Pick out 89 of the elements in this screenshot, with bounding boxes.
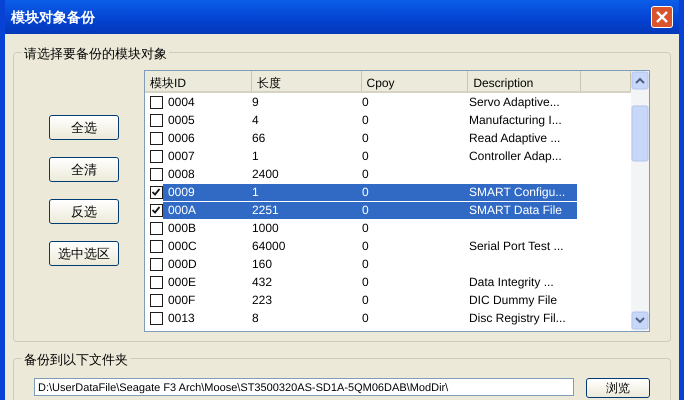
action-button[interactable]: 选中选区	[49, 241, 119, 266]
checkbox[interactable]	[150, 132, 163, 144]
table-cell: 0	[362, 221, 369, 235]
window-title: 模块对象备份	[11, 8, 95, 26]
action-button[interactable]: 全选	[49, 115, 119, 140]
table-cell: 4	[252, 113, 259, 127]
browse-button[interactable]: 浏览	[586, 378, 650, 398]
checkbox[interactable]	[150, 150, 163, 162]
checkbox[interactable]	[150, 240, 163, 252]
table-cell: 160	[252, 257, 272, 271]
checkbox[interactable]	[150, 96, 163, 108]
table-cell: Read Adaptive ...	[469, 131, 560, 145]
table-cell: Servo Adaptive...	[469, 95, 560, 109]
action-button[interactable]: 全清	[49, 157, 119, 182]
column-header[interactable]: Description	[468, 71, 582, 91]
table-cell: Disc Registry Fil...	[469, 311, 566, 325]
table-cell: 0	[362, 113, 369, 127]
list-row[interactable]: 0004 9 0 Servo Adaptive...	[163, 94, 577, 110]
list-row[interactable]: 0013 8 0 Disc Registry Fil...	[163, 310, 577, 326]
scrollbar-drawing[interactable]	[631, 71, 649, 331]
table-cell: 0	[362, 203, 369, 217]
table-cell: 000D	[168, 257, 197, 271]
table-cell: 0	[362, 275, 369, 289]
table-cell: Serial Port Test ...	[469, 239, 564, 253]
table-cell: 0007	[168, 149, 195, 163]
table-cell: 2251	[252, 203, 279, 217]
list-row[interactable]: 0009 1 0 SMART Configu...	[163, 184, 577, 200]
close-icon	[656, 11, 668, 23]
table-cell: 0	[362, 311, 369, 325]
close-button[interactable]	[651, 6, 673, 28]
table-cell: Manufacturing I...	[469, 113, 562, 127]
list-row[interactable]: 000B 1000 0	[163, 220, 577, 236]
table-cell: 64000	[252, 239, 286, 253]
table-cell: DIC Dummy File	[469, 293, 558, 307]
table-cell: Controller Adap...	[469, 149, 562, 163]
checkbox[interactable]	[150, 204, 163, 216]
checkbox[interactable]	[150, 312, 163, 324]
list-row[interactable]: 0008 2400 0	[163, 166, 577, 182]
table-cell: 0004	[168, 95, 195, 109]
checkbox[interactable]	[150, 114, 163, 126]
table-cell: 0	[362, 257, 369, 271]
column-header[interactable]: Cpoy	[362, 71, 468, 91]
table-cell: 0008	[168, 167, 195, 181]
table-cell: 0	[362, 185, 369, 199]
table-cell: SMART Data File	[469, 203, 562, 217]
table-cell: Data Integrity ...	[469, 275, 554, 289]
action-button[interactable]: 反选	[49, 199, 119, 224]
table-cell: 0009	[168, 185, 195, 199]
table-cell: 0	[362, 95, 369, 109]
table-cell: 000F	[168, 293, 196, 307]
table-cell: 2400	[252, 167, 279, 181]
checkbox[interactable]	[150, 222, 163, 234]
list-row[interactable]: 000C 64000 0 Serial Port Test ...	[163, 238, 577, 254]
table-cell: 000A	[168, 203, 196, 217]
table-cell: SMART Configu...	[469, 185, 566, 199]
list-row[interactable]: 0005 4 0 Manufacturing I...	[163, 112, 577, 128]
checkbox[interactable]	[150, 294, 163, 306]
table-cell: 0013	[168, 311, 195, 325]
checkbox[interactable]	[150, 168, 163, 180]
table-cell: 66	[252, 131, 266, 145]
table-cell: 1000	[252, 221, 279, 235]
table-cell: 8	[252, 311, 259, 325]
table-cell: 000B	[168, 221, 196, 235]
table-cell: 0	[362, 131, 369, 145]
table-cell: 0	[362, 293, 369, 307]
table-cell: 1	[252, 149, 259, 163]
checkbox[interactable]	[150, 276, 163, 288]
table-cell: 0006	[168, 131, 195, 145]
folder-path-field[interactable]: D:\UserDataFile\Seagate F3 Arch\Moose\ST3500320AS-SD1A-5QM06DAB\ModDir\	[34, 378, 574, 396]
column-header[interactable]: 模块ID	[145, 71, 252, 91]
table-cell: 000C	[168, 239, 197, 253]
list-row[interactable]: 0006 66 0 Read Adaptive ...	[163, 130, 577, 146]
list-row[interactable]: 000D 160 0	[163, 256, 577, 272]
checkbox[interactable]	[150, 258, 163, 270]
checkbox[interactable]	[150, 186, 163, 198]
column-header[interactable]: 长度	[252, 71, 362, 91]
table-cell: 223	[252, 293, 272, 307]
table-cell: 9	[252, 95, 259, 109]
table-cell: 0	[362, 167, 369, 181]
table-cell: 0	[362, 149, 369, 163]
list-row[interactable]: 000F 223 0 DIC Dummy File	[163, 292, 577, 308]
table-cell: 000E	[168, 275, 196, 289]
table-cell: 0	[362, 239, 369, 253]
list-row[interactable]: 0007 1 0 Controller Adap...	[163, 148, 577, 164]
list-row[interactable]: 000E 432 0 Data Integrity ...	[163, 274, 577, 290]
list-row[interactable]: 000A 2251 0 SMART Data File	[163, 202, 577, 218]
table-cell: 432	[252, 275, 272, 289]
table-cell: 1	[252, 185, 259, 199]
table-cell: 0005	[168, 113, 195, 127]
